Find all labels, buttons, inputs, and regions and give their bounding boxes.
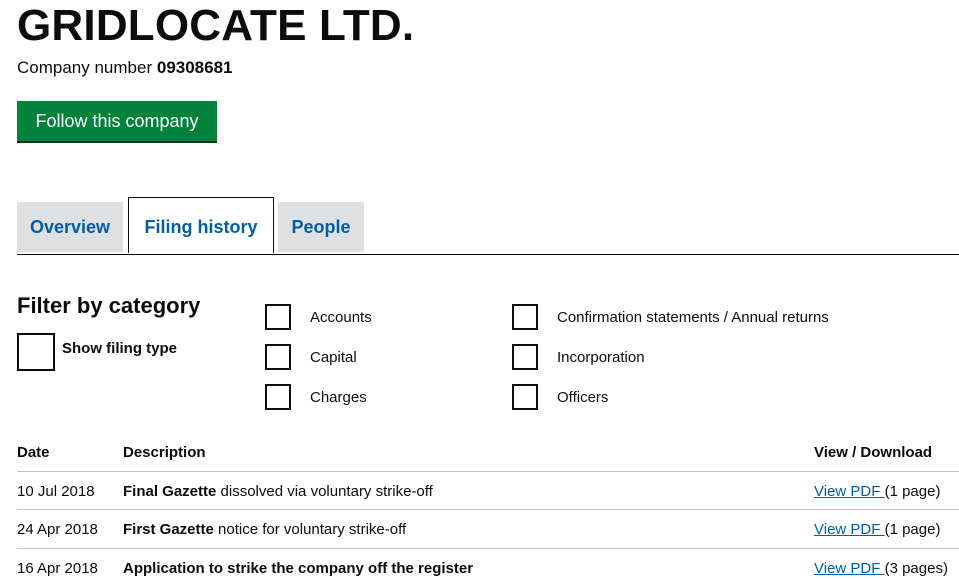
row-description-rest: dissolved via voluntary strike-off (216, 483, 433, 500)
show-filing-type-checkbox[interactable] (17, 333, 55, 371)
row-description-bold: Application to strike the company off th… (123, 560, 474, 577)
row-divider (17, 471, 959, 472)
officers-label: Officers (557, 389, 609, 406)
capital-checkbox[interactable] (265, 344, 291, 370)
show-filing-type-label: Show filing type (62, 340, 177, 357)
row-date: 24 Apr 2018 (17, 521, 98, 538)
row-view: View PDF (3 pages) (814, 560, 948, 577)
follow-company-button[interactable]: Follow this company (17, 101, 217, 141)
row-divider (17, 509, 959, 510)
row-pages: (1 page) (884, 521, 941, 538)
confirmation-statements-label: Confirmation statements / Annual returns (557, 309, 829, 326)
filter-heading: Filter by category (17, 293, 201, 318)
row-description-bold: First Gazette (123, 521, 214, 538)
view-pdf-link[interactable]: View PDF (814, 483, 885, 500)
confirmation-statements-checkbox[interactable] (512, 304, 538, 330)
row-description-bold: Final Gazette (123, 483, 217, 500)
incorporation-label: Incorporation (557, 349, 645, 366)
row-description: First Gazette notice for voluntary strik… (123, 521, 406, 538)
company-number: Company number 09308681 (17, 58, 233, 78)
row-description-rest: notice for voluntary strike-off (213, 521, 407, 538)
tab-bar: Overview Filing history People (17, 197, 959, 255)
charges-label: Charges (310, 389, 367, 406)
row-date: 10 Jul 2018 (17, 483, 95, 500)
charges-checkbox[interactable] (265, 384, 291, 410)
row-view: View PDF (1 page) (814, 521, 940, 538)
row-divider (17, 548, 959, 549)
column-header-view-download: View / Download (814, 444, 933, 461)
view-pdf-link[interactable]: View PDF (814, 560, 885, 577)
row-pages: (3 pages) (884, 560, 948, 577)
tab-people[interactable]: People (278, 202, 364, 252)
company-name: GRIDLOCATE LTD. (17, 1, 415, 50)
column-header-date: Date (17, 444, 50, 461)
company-number-value: 09308681 (156, 58, 233, 77)
capital-label: Capital (310, 349, 357, 366)
row-date: 16 Apr 2018 (17, 560, 98, 577)
accounts-label: Accounts (310, 309, 372, 326)
row-description: Final Gazette dissolved via voluntary st… (123, 483, 433, 500)
tab-filing-history[interactable]: Filing history (128, 197, 274, 253)
incorporation-checkbox[interactable] (512, 344, 538, 370)
column-header-description: Description (123, 444, 206, 461)
tab-overview[interactable]: Overview (17, 202, 123, 252)
view-pdf-link[interactable]: View PDF (814, 521, 885, 538)
officers-checkbox[interactable] (512, 384, 538, 410)
company-number-label: Company number (17, 58, 153, 77)
row-view: View PDF (1 page) (814, 483, 940, 500)
row-pages: (1 page) (884, 483, 941, 500)
accounts-checkbox[interactable] (265, 304, 291, 330)
row-description: Application to strike the company off th… (123, 560, 473, 577)
